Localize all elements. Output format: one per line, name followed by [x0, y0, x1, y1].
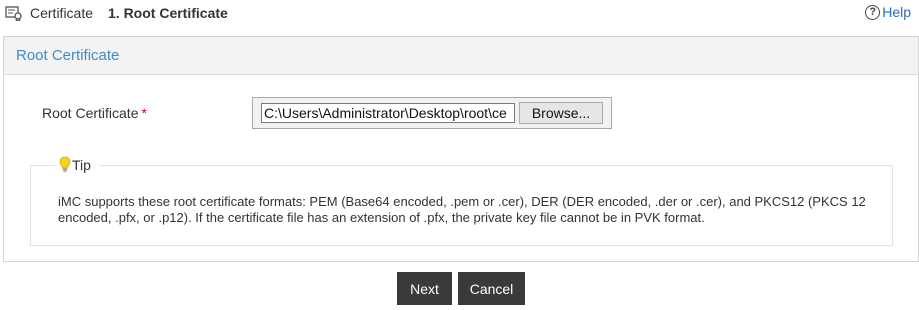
tip-box: Tip iMC supports these root certificate …: [30, 156, 893, 246]
file-path-input[interactable]: C:\Users\Administrator\Desktop\root\ce: [261, 103, 515, 123]
question-circle-icon: ?: [865, 4, 881, 20]
file-upload-control: C:\Users\Administrator\Desktop\root\ce B…: [252, 97, 612, 129]
next-button[interactable]: Next: [397, 272, 452, 305]
lightbulb-icon: [59, 156, 71, 173]
browse-button[interactable]: Browse...: [519, 102, 603, 124]
root-certificate-field: Root Certificate * C:\Users\Administrator…: [4, 97, 918, 129]
breadcrumb-root[interactable]: Certificate: [30, 5, 93, 21]
certificate-icon: [5, 5, 23, 22]
panel-header: Root Certificate: [4, 37, 918, 75]
help-label: Help: [882, 4, 911, 20]
cancel-button[interactable]: Cancel: [458, 272, 525, 305]
root-certificate-panel: Root Certificate Root Certificate * C:\Us…: [3, 36, 919, 262]
help-link[interactable]: ? Help: [865, 4, 911, 20]
tip-text: iMC supports these root certificate form…: [58, 194, 866, 225]
breadcrumb: Certificate 1. Root Certificate ? Help: [0, 0, 919, 28]
tip-title: Tip: [72, 156, 91, 173]
tip-legend: Tip: [55, 156, 99, 173]
required-mark: *: [141, 105, 147, 121]
root-certificate-label-text: Root Certificate: [42, 105, 139, 121]
breadcrumb-current: 1. Root Certificate: [108, 5, 228, 21]
panel-title: Root Certificate: [16, 47, 120, 64]
root-certificate-label: Root Certificate *: [42, 105, 147, 121]
